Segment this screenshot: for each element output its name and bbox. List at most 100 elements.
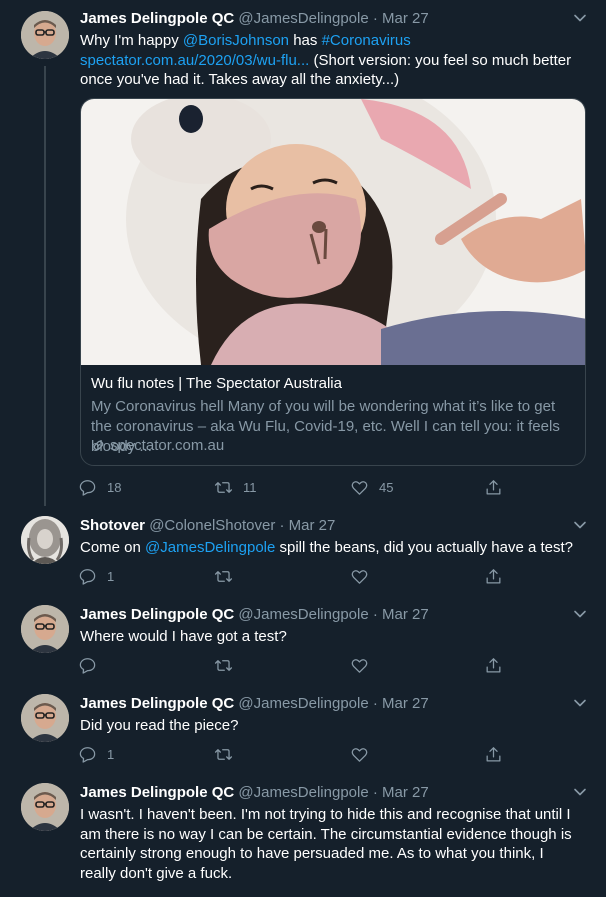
text-segment: Why I'm happy [80,32,183,49]
caret-down-icon[interactable] [572,606,588,622]
separator-dot: · [372,10,378,27]
card-domain[interactable]: spectator.com.au [91,437,224,454]
tweet-actions: 1 [78,566,508,586]
tweet-1[interactable]: James Delingpole QC @JamesDelingpole · M… [0,0,606,510]
separator-dot: · [372,784,378,801]
retweet-button[interactable] [214,566,233,586]
caret-down-icon[interactable] [572,10,588,26]
share-button[interactable] [484,477,503,497]
retweet-icon [214,570,233,582]
avatar[interactable] [21,694,69,742]
tweet-date[interactable]: Mar 27 [382,695,429,712]
retweet-count: 11 [243,479,257,495]
reply-count: 1 [107,568,115,584]
like-button[interactable] [350,744,369,764]
tweet-text: I wasn't. I haven't been. I'm not trying… [80,806,572,882]
tweet-text: Come on @JamesDelingpole spill the beans… [80,538,580,558]
display-name[interactable]: James Delingpole QC [80,10,234,27]
url-link[interactable]: spectator.com.au/2020/03/wu-flu... [80,52,309,69]
share-icon [486,568,501,583]
like-button[interactable] [350,655,369,675]
user-handle[interactable]: @ColonelShotover [149,517,275,534]
text-segment: has [289,32,322,49]
mention-link[interactable]: @BorisJohnson [183,32,289,49]
share-button[interactable] [484,744,503,764]
like-icon [351,569,368,584]
user-handle[interactable]: @JamesDelingpole [238,606,368,623]
avatar[interactable] [21,783,69,831]
tweet-date[interactable]: Mar 27 [382,10,429,27]
separator-dot: · [279,517,285,534]
tweet-3[interactable]: James Delingpole QC @JamesDelingpole · M… [0,599,606,688]
retweet-button[interactable] [214,744,233,764]
share-button[interactable] [484,655,503,675]
tweet-date[interactable]: Mar 27 [382,784,429,801]
text-segment: Come on [80,539,146,556]
like-button[interactable]: 45 [350,477,393,497]
reply-button[interactable]: 1 [78,566,114,586]
display-name[interactable]: James Delingpole QC [80,784,234,801]
retweet-icon [214,659,233,671]
tweet-header: James Delingpole QC @JamesDelingpole · M… [80,694,429,713]
avatar[interactable] [21,516,69,564]
card-image [81,99,585,365]
text-segment: spill the beans, did you actually have a… [275,539,574,556]
reply-button[interactable]: 1 [78,744,114,764]
display-name[interactable]: James Delingpole QC [80,606,234,623]
reply-icon [79,479,96,496]
tweet-actions [78,655,508,675]
card-domain-text: spectator.com.au [110,437,225,454]
card-title[interactable]: Wu flu notes | The Spectator Australia [91,375,342,392]
share-icon [486,746,501,761]
caret-down-icon[interactable] [572,517,588,533]
tweet-header: James Delingpole QC @JamesDelingpole · M… [80,9,429,28]
share-icon [486,479,501,494]
caret-down-icon[interactable] [572,784,588,800]
like-icon [351,747,368,762]
mention-link[interactable]: @JamesDelingpole [145,539,275,556]
avatar[interactable] [21,605,69,653]
avatar[interactable] [21,11,69,59]
retweet-button[interactable] [214,655,233,675]
tweet-header: James Delingpole QC @JamesDelingpole · M… [80,783,429,802]
tweet-date[interactable]: Mar 27 [289,517,336,534]
share-icon [486,657,501,672]
reply-count: 18 [107,479,122,495]
retweet-button[interactable]: 11 [214,477,257,497]
display-name[interactable]: James Delingpole QC [80,695,234,712]
share-button[interactable] [484,566,503,586]
caret-down-icon[interactable] [572,695,588,711]
separator-dot: · [372,606,378,623]
reply-button[interactable] [78,655,97,675]
tweet-4[interactable]: James Delingpole QC @JamesDelingpole · M… [0,688,606,777]
reply-icon [79,568,96,585]
tweet-text: Where would I have got a test? [80,628,287,645]
retweet-icon [214,748,233,760]
like-button[interactable] [350,566,369,586]
hashtag-link[interactable]: #Coronavirus [322,32,411,49]
user-handle[interactable]: @JamesDelingpole [238,695,368,712]
reply-count: 1 [107,746,115,762]
user-handle[interactable]: @JamesDelingpole [238,784,368,801]
user-handle[interactable]: @JamesDelingpole [238,10,368,27]
like-icon [351,480,368,495]
like-count: 45 [379,479,394,495]
link-card[interactable]: Wu flu notes | The Spectator Australia M… [80,98,586,466]
tweet-header: Shotover @ColonelShotover · Mar 27 [80,516,335,535]
tweet-header: James Delingpole QC @JamesDelingpole · M… [80,605,429,624]
tweet-5[interactable]: James Delingpole QC @JamesDelingpole · M… [0,777,606,897]
retweet-icon [214,481,233,493]
display-name[interactable]: Shotover [80,517,145,534]
tweet-text: Why I'm happy @BorisJohnson has #Coronav… [80,31,580,90]
tweet-2[interactable]: Shotover @ColonelShotover · Mar 27 Come … [0,510,606,599]
reply-button[interactable]: 18 [78,477,121,497]
reply-icon [79,657,96,674]
tweet-actions: 1 [78,744,508,764]
tweet-actions: 18 11 45 [78,477,508,497]
like-icon [351,658,368,673]
link-icon [93,440,104,451]
reply-icon [79,746,96,763]
tweet-text: Did you read the piece? [80,717,239,734]
tweet-date[interactable]: Mar 27 [382,606,429,623]
separator-dot: · [372,695,378,712]
